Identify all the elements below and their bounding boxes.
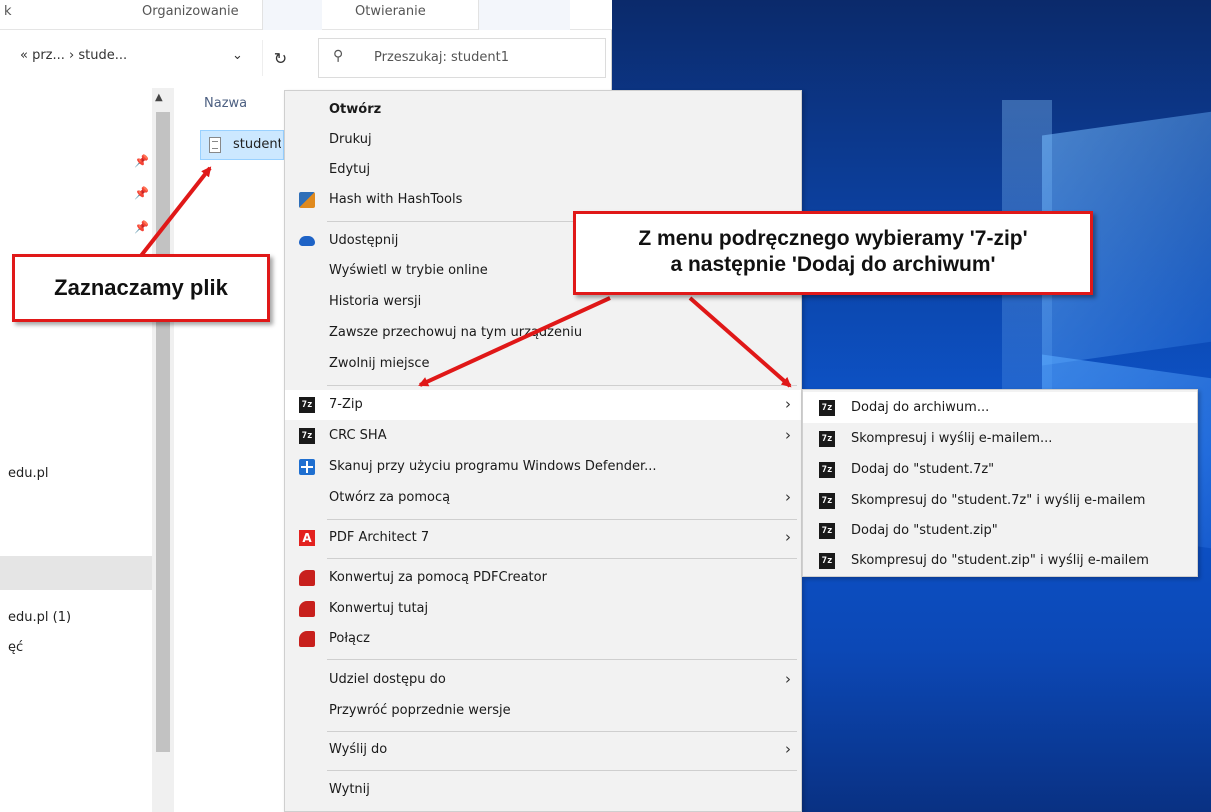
address-bar[interactable]: « prz... › stude... ⌄ xyxy=(0,38,300,78)
context-menu: Otwórz Drukuj Edytuj Hash with HashTools… xyxy=(284,90,802,812)
onedrive-cloud-icon xyxy=(299,236,315,246)
menu-item-restore-versions[interactable]: Przywróć poprzednie wersje xyxy=(285,696,801,726)
callout-line-1: Z menu podręcznego wybieramy '7-zip' xyxy=(638,227,1028,250)
file-name: student xyxy=(233,137,281,152)
chevron-right-icon: › xyxy=(785,740,791,758)
submenu-item-add-7z[interactable]: 7z Dodaj do "student.7z" xyxy=(803,454,1197,485)
search-input[interactable]: ⚲ Przeszukaj: student1 xyxy=(318,38,606,78)
pin-icon[interactable]: 📌 xyxy=(134,220,149,234)
nav-item[interactable]: ęć xyxy=(8,640,23,655)
callout-select-file: Zaznaczamy plik xyxy=(12,254,270,322)
submenu-item-add-zip[interactable]: 7z Dodaj do "student.zip" xyxy=(803,515,1197,546)
pdf-architect-icon: A xyxy=(299,530,315,546)
menu-item-pdf-architect[interactable]: A PDF Architect 7 › xyxy=(285,523,801,553)
ribbon-group-box xyxy=(478,0,570,30)
menu-item-crc-sha[interactable]: 7z CRC SHA › xyxy=(285,421,801,451)
chevron-right-icon: › xyxy=(785,395,791,413)
windows-defender-icon xyxy=(299,459,315,475)
submenu-item-add-to-archive[interactable]: 7z Dodaj do archiwum... xyxy=(803,392,1197,423)
7zip-icon: 7z xyxy=(819,400,835,416)
ribbon-group-open[interactable]: Otwieranie xyxy=(355,4,426,19)
menu-separator xyxy=(327,385,797,386)
chevron-right-icon: › xyxy=(785,488,791,506)
scrollbar-thumb[interactable] xyxy=(156,112,170,752)
menu-item-pdfcreator-convert[interactable]: Konwertuj za pomocą PDFCreator xyxy=(285,563,801,593)
search-placeholder: Przeszukaj: student1 xyxy=(374,50,509,65)
pdfcreator-icon xyxy=(299,570,315,586)
menu-separator xyxy=(327,770,797,771)
7zip-submenu: 7z Dodaj do archiwum... 7z Skompresuj i … xyxy=(802,389,1198,577)
7zip-icon: 7z xyxy=(819,553,835,569)
menu-item-always-keep[interactable]: Zawsze przechowuj na tym urządzeniu xyxy=(285,318,801,348)
menu-item-print[interactable]: Drukuj xyxy=(285,125,801,155)
7zip-icon: 7z xyxy=(299,397,315,413)
chevron-right-icon: › xyxy=(785,670,791,688)
submenu-item-compress-zip-email[interactable]: 7z Skompresuj do "student.zip" i wyślij … xyxy=(803,545,1197,576)
submenu-item-compress-email[interactable]: 7z Skompresuj i wyślij e-mailem... xyxy=(803,423,1197,454)
menu-separator xyxy=(327,519,797,520)
menu-item-open-with[interactable]: Otwórz za pomocą › xyxy=(285,483,801,513)
menu-item-free-space[interactable]: Zwolnij miejsce xyxy=(285,349,801,379)
file-item-selected[interactable]: student xyxy=(200,130,284,160)
ribbon: k Organizowanie Otwieranie xyxy=(0,0,612,30)
7zip-icon: 7z xyxy=(819,431,835,447)
nav-item[interactable]: edu.pl xyxy=(8,466,49,481)
menu-item-give-access[interactable]: Udziel dostępu do › xyxy=(285,665,801,695)
ribbon-group-organize[interactable]: Organizowanie xyxy=(142,4,239,19)
nav-item-selected[interactable] xyxy=(0,556,152,590)
menu-item-edit[interactable]: Edytuj xyxy=(285,155,801,185)
7zip-icon: 7z xyxy=(819,462,835,478)
menu-item-cut[interactable]: Wytnij xyxy=(285,775,801,805)
chevron-right-icon: › xyxy=(785,528,791,546)
pdfcreator-icon xyxy=(299,631,315,647)
7zip-icon: 7z xyxy=(819,523,835,539)
menu-item-convert-here[interactable]: Konwertuj tutaj xyxy=(285,594,801,624)
menu-item-open[interactable]: Otwórz xyxy=(285,95,801,125)
menu-item-defender-scan[interactable]: Skanuj przy użyciu programu Windows Defe… xyxy=(285,452,801,482)
menu-separator xyxy=(327,659,797,660)
menu-item-merge[interactable]: Połącz xyxy=(285,624,801,654)
refresh-icon[interactable]: ↻ xyxy=(262,40,298,76)
menu-separator xyxy=(327,558,797,559)
nav-item[interactable]: edu.pl (1) xyxy=(8,610,71,625)
pdfcreator-icon xyxy=(299,601,315,617)
7zip-icon: 7z xyxy=(299,428,315,444)
menu-separator xyxy=(327,731,797,732)
pin-icon[interactable]: 📌 xyxy=(134,186,149,200)
menu-item-7zip[interactable]: 7z 7-Zip › xyxy=(285,390,801,420)
scroll-up-arrow-icon[interactable]: ▲ xyxy=(155,92,163,103)
breadcrumb[interactable]: « prz... › stude... xyxy=(20,48,127,63)
callout-line-2: a następnie 'Dodaj do archiwum' xyxy=(670,253,996,276)
callout-7zip-instruction: Z menu podręcznego wybieramy '7-zip' a n… xyxy=(573,211,1093,295)
7zip-icon: 7z xyxy=(819,493,835,509)
ribbon-group-box xyxy=(262,0,322,30)
column-header-name[interactable]: Nazwa xyxy=(204,96,247,111)
ribbon-fragment: k xyxy=(4,4,12,19)
hashtools-icon xyxy=(299,192,315,208)
text-file-icon xyxy=(209,137,221,153)
pin-icon[interactable]: 📌 xyxy=(134,154,149,168)
chevron-down-icon[interactable]: ⌄ xyxy=(232,48,243,63)
submenu-item-compress-7z-email[interactable]: 7z Skompresuj do "student.7z" i wyślij e… xyxy=(803,485,1197,516)
chevron-right-icon: › xyxy=(785,426,791,444)
menu-item-send-to[interactable]: Wyślij do › xyxy=(285,735,801,765)
search-icon: ⚲ xyxy=(333,48,344,64)
navigation-pane xyxy=(0,88,152,812)
